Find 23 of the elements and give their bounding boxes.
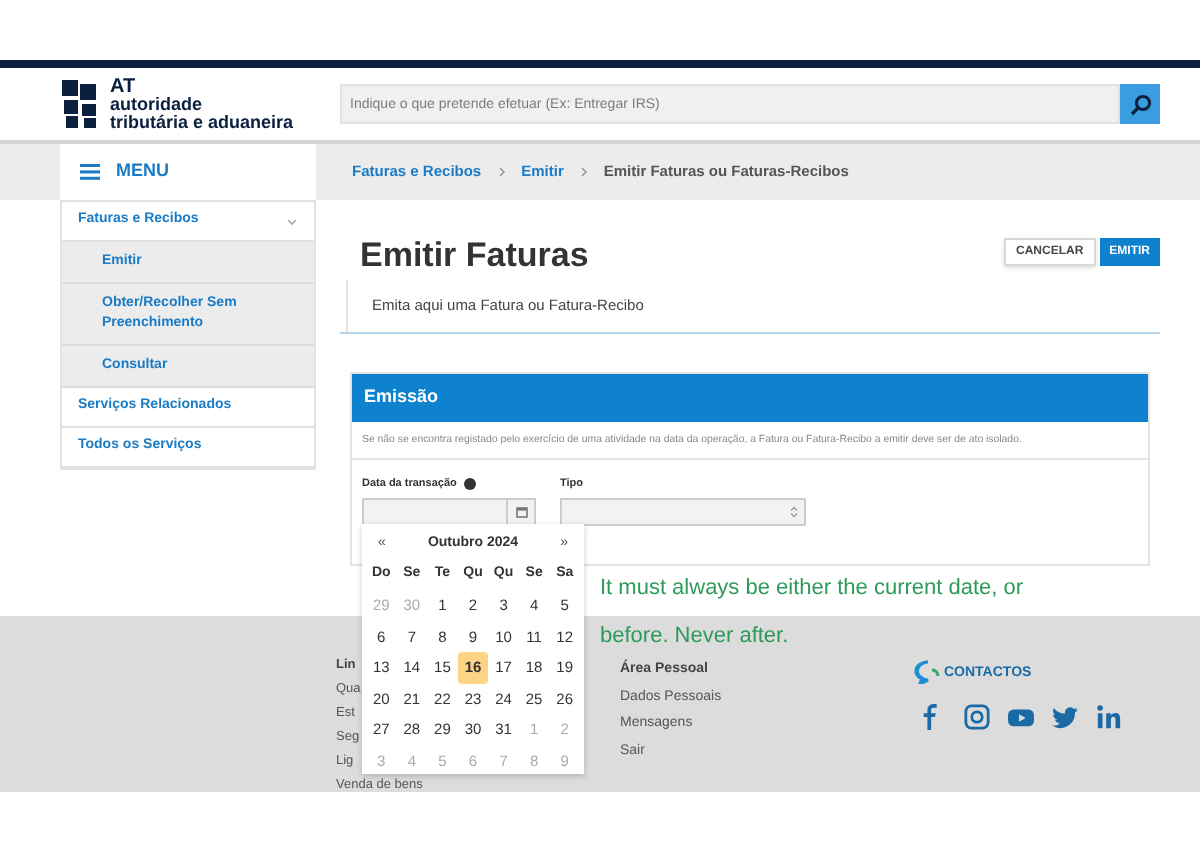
menu-icon[interactable] [80, 164, 100, 180]
calendar-icon[interactable] [515, 506, 527, 519]
annotation-text: It must always be either the current date, or before. Never after. [600, 576, 1024, 648]
chevron-icon [497, 166, 506, 178]
instagram-icon[interactable] [964, 704, 990, 730]
search-button[interactable] [1120, 84, 1160, 124]
help-icon[interactable] [464, 478, 477, 491]
chat-bubble-icon [914, 660, 942, 684]
select-field[interactable] [560, 498, 806, 527]
logo-text: tributária e aduaneira [110, 113, 294, 131]
search-icon [1129, 93, 1151, 115]
menu-label[interactable]: MENU [116, 158, 169, 186]
sort-arrows-icon [790, 506, 798, 519]
logo-text: autoridade [110, 95, 205, 113]
page-title: Emitir Faturas [360, 236, 589, 276]
linkedin-icon[interactable] [1096, 704, 1122, 730]
video-play-icon[interactable] [1008, 704, 1034, 730]
panel-title: Emissão [364, 384, 439, 411]
logo-text: AT [110, 77, 138, 95]
bird-icon[interactable] [1052, 704, 1078, 730]
chevron-icon [579, 166, 588, 178]
chevron-icon[interactable] [286, 215, 298, 227]
date-field[interactable] [362, 498, 536, 527]
